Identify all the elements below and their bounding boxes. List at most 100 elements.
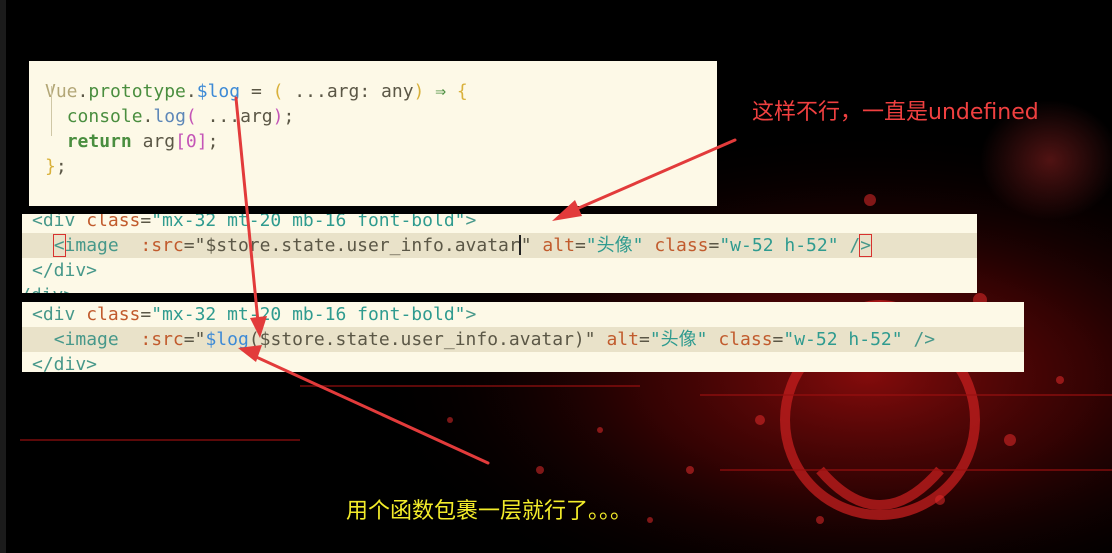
code-token: = (638, 329, 650, 350)
left-edge-strip (0, 0, 6, 553)
code-token: ) (413, 81, 425, 102)
code-token: "w-52 h-52" (719, 235, 839, 256)
code-token: <div (32, 304, 87, 325)
code-token: = (772, 329, 784, 350)
code-line: }; (45, 154, 717, 179)
code-token: [ (175, 131, 186, 152)
code-token: <image (53, 329, 119, 350)
code-token: $log (196, 81, 241, 102)
code-token: ⇒ (424, 81, 457, 102)
code-token: ] (196, 131, 208, 152)
code-token: class (86, 304, 141, 325)
code-token: log (153, 106, 186, 127)
code-token: . (77, 81, 89, 102)
code-token: $log (205, 329, 249, 350)
code-line: return arg[0]; (45, 129, 717, 154)
code-token: :src (140, 329, 184, 350)
code-panel-log-helper: Vue.prototype.$log = ( ...arg: any) ⇒ { … (29, 61, 717, 206)
code-token: :src (140, 235, 184, 256)
code-token: . (142, 106, 154, 127)
code-token: "头像" (585, 235, 644, 256)
code-token: alt (606, 329, 639, 350)
code-token: Vue (45, 81, 78, 102)
code-token: "w-52 h-52" (783, 329, 903, 350)
code-token: ( (272, 81, 284, 102)
indent-guide (51, 86, 52, 136)
annotation-solution-text: 用个函数包裹一层就行了。。。 (346, 499, 633, 524)
code-token: = (574, 235, 586, 256)
code-panel-broken-template: <div class="mx-32 mt-20 mb-16 font-bold"… (22, 214, 977, 293)
code-line-highlighted: <image :src="$log($store.state.user_info… (22, 327, 1024, 352)
code-token: " (520, 235, 532, 256)
code-token: " (194, 329, 206, 350)
code-token: alt (542, 235, 575, 256)
code-line: <div class="mx-32 mt-20 mb-16 font-bold"… (22, 302, 1024, 327)
code-token: = (240, 81, 273, 102)
code-token: image (64, 235, 119, 256)
code-token: class (718, 329, 773, 350)
code-token: } (45, 156, 56, 177)
code-line: console.log( ...arg); (45, 104, 717, 129)
code-token: ... (283, 81, 327, 102)
code-token: /> (913, 329, 936, 350)
code-panel-fixed-template: <div class="mx-32 mt-20 mb-16 font-bold"… (22, 302, 1024, 372)
code-token: = (140, 304, 152, 325)
code-token: ; (283, 106, 295, 127)
code-token: ... (196, 106, 241, 127)
code-token: . (185, 81, 197, 102)
code-token: ) (272, 106, 284, 127)
code-token: console (66, 106, 143, 127)
code-line: <div class="mx-32 mt-20 mb-16 font-bold"… (22, 214, 977, 233)
code-token: "头像" (649, 329, 708, 350)
code-token: "mx-32 mt-20 mb-16 font-bold" (151, 304, 466, 325)
code-token: prototype (88, 81, 186, 102)
code-token: < (52, 234, 66, 257)
code-token: ; (207, 131, 219, 152)
code-token: arg (240, 106, 273, 127)
code-token: ($store.state.user_info.avatar) (248, 329, 585, 350)
annotation-problem-text: 这样不行，一直是undefined (752, 100, 1039, 125)
code-token: arg (142, 131, 176, 152)
code-line: </div> (32, 260, 98, 281)
code-token: > (465, 214, 477, 231)
code-token: "mx-32 mt-20 mb-16 font-bold" (151, 214, 466, 231)
code-token: class (86, 214, 141, 231)
code-token: <div (32, 214, 87, 231)
code-line: Vue.prototype.$log = ( ...arg: any) ⇒ { (45, 79, 717, 104)
code-token: " (194, 235, 206, 256)
code-token: = (140, 214, 152, 231)
code-token: any (381, 81, 414, 102)
code-token: $store.state.user_info.avatar (205, 235, 520, 256)
code-line-highlighted: <image :src="$store.state.user_info.avat… (22, 233, 977, 258)
code-token: ( (185, 106, 197, 127)
code-token: > (859, 234, 873, 257)
code-line: </div> (32, 354, 98, 372)
code-line: /div> (22, 283, 977, 293)
code-token: { (456, 81, 468, 102)
code-token: = (708, 235, 720, 256)
code-token: arg (326, 81, 360, 102)
code-token: = (183, 329, 195, 350)
code-token: " (584, 329, 596, 350)
code-token: > (465, 304, 477, 325)
code-token: = (183, 235, 195, 256)
code-token: class (654, 235, 709, 256)
code-token: 0 (185, 131, 197, 152)
code-token: ; (55, 156, 67, 177)
code-token: : (359, 81, 382, 102)
code-token: return (66, 131, 132, 152)
code-token: / (849, 235, 861, 256)
